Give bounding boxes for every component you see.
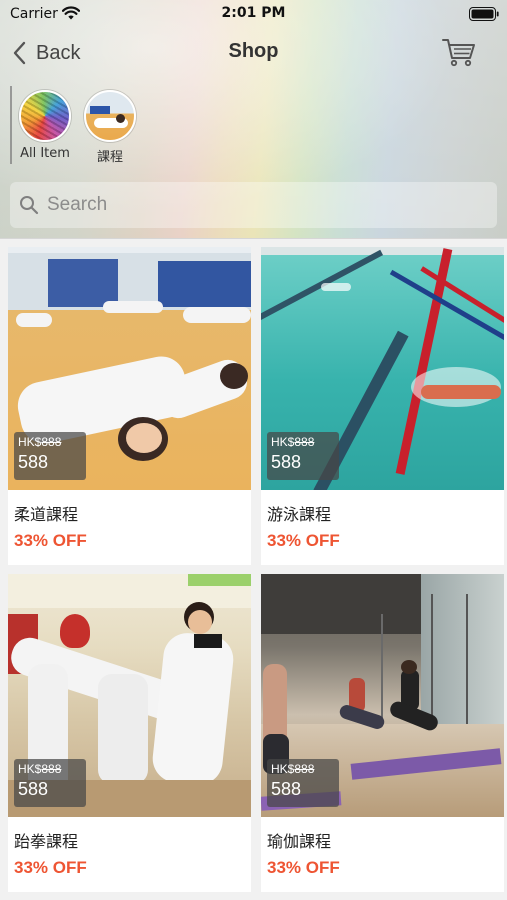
price-badge: HK$888 588 bbox=[267, 759, 339, 807]
price-badge: HK$888 588 bbox=[14, 759, 86, 807]
product-grid: HK$888 588 柔道課程 33% OFF HK$888 588 游泳課程 … bbox=[0, 238, 507, 900]
category-label: 課程 bbox=[96, 150, 123, 165]
sale-price: 588 bbox=[18, 779, 49, 799]
product-name: 游泳課程 bbox=[267, 505, 332, 524]
clock: 2:01 PM bbox=[221, 5, 286, 21]
discount-label: 33% OFF bbox=[14, 858, 87, 877]
product-card[interactable]: HK$888 588 瑜伽課程 33% OFF bbox=[261, 574, 504, 892]
original-price: 888 bbox=[41, 435, 62, 449]
search-input[interactable] bbox=[47, 194, 447, 216]
product-name: 瑜伽課程 bbox=[267, 832, 332, 851]
category-divider bbox=[10, 86, 12, 164]
product-name: 柔道課程 bbox=[14, 505, 79, 524]
class-thumbnail-icon bbox=[84, 90, 136, 142]
judo-class-photo: HK$888 588 bbox=[8, 247, 251, 490]
discount-label: 33% OFF bbox=[14, 531, 87, 550]
product-card[interactable]: HK$888 588 跆拳課程 33% OFF bbox=[8, 574, 251, 892]
sale-price: 588 bbox=[271, 452, 302, 472]
yoga-class-photo: HK$888 588 bbox=[261, 574, 504, 817]
currency-label: HK$ bbox=[271, 435, 295, 449]
battery-icon bbox=[469, 7, 499, 21]
original-price: 888 bbox=[294, 435, 315, 449]
category-course[interactable]: 課程 bbox=[80, 90, 140, 165]
category-all-item[interactable]: All Item bbox=[15, 90, 75, 161]
product-card[interactable]: HK$888 588 柔道課程 33% OFF bbox=[8, 247, 251, 565]
page-title: Shop bbox=[228, 40, 279, 62]
category-label: All Item bbox=[20, 146, 70, 161]
rainbow-thumbnail-icon bbox=[19, 90, 71, 142]
cart-icon[interactable] bbox=[441, 36, 477, 68]
price-badge: HK$888 588 bbox=[14, 432, 86, 480]
product-card[interactable]: HK$888 588 游泳課程 33% OFF bbox=[261, 247, 504, 565]
price-badge: HK$888 588 bbox=[267, 432, 339, 480]
status-bar: Carrier 2:01 PM bbox=[0, 0, 507, 28]
nav-bar: Back Shop bbox=[0, 30, 507, 76]
currency-label: HK$ bbox=[18, 435, 42, 449]
sale-price: 588 bbox=[271, 779, 302, 799]
currency-label: HK$ bbox=[271, 762, 295, 776]
search-icon bbox=[20, 196, 39, 215]
original-price: 888 bbox=[294, 762, 315, 776]
header: Carrier 2:01 PM Back Shop All Item 課程 Se… bbox=[0, 0, 507, 238]
sale-price: 588 bbox=[18, 452, 49, 472]
taekwondo-class-photo: HK$888 588 bbox=[8, 574, 251, 817]
swimming-class-photo: HK$888 588 bbox=[261, 247, 504, 490]
original-price: 888 bbox=[41, 762, 62, 776]
product-name: 跆拳課程 bbox=[14, 832, 79, 851]
currency-label: HK$ bbox=[18, 762, 42, 776]
discount-label: 33% OFF bbox=[267, 531, 340, 550]
search-bar[interactable] bbox=[10, 182, 497, 228]
discount-label: 33% OFF bbox=[267, 858, 340, 877]
